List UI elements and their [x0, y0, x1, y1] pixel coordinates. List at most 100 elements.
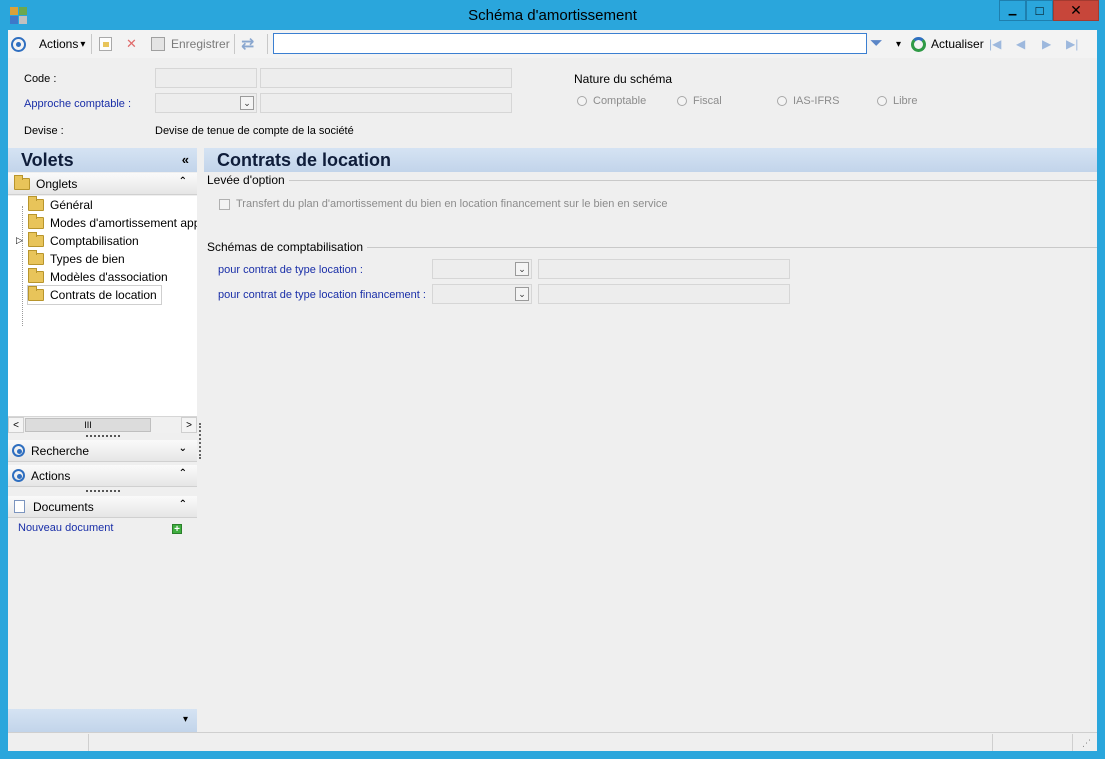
options-ring-icon — [11, 36, 26, 52]
document-icon — [14, 500, 25, 513]
actions-menu-label: Actions — [39, 37, 79, 51]
content-header: Contrats de location — [204, 148, 1097, 172]
tree-item-modeles-association[interactable]: Modèles d'association — [28, 268, 168, 286]
recherche-section-header[interactable]: Recherche ⌄ — [8, 440, 197, 462]
status-cell — [993, 734, 1073, 751]
devise-label: Devise : — [24, 125, 64, 137]
actions-menu-icon-button[interactable] — [11, 35, 26, 53]
approche-comptable-label[interactable]: Approche comptable : — [24, 98, 131, 110]
chevron-up-icon[interactable]: ⌃ — [179, 176, 187, 187]
resize-grip-icon[interactable]: ⋰ — [1082, 738, 1091, 749]
tree-item-comptabilisation[interactable]: Comptabilisation — [28, 232, 139, 250]
new-document-link[interactable]: Nouveau document — [18, 522, 113, 534]
actions-section-header[interactable]: Actions ⌃ — [8, 465, 197, 487]
last-record-icon[interactable]: ▶| — [1066, 37, 1078, 51]
expand-arrow-icon[interactable]: ▷ — [16, 235, 23, 246]
close-button[interactable]: ✕ — [1053, 0, 1099, 21]
scroll-left-icon[interactable]: < — [8, 417, 24, 433]
levee-option-group-title: Levée d'option — [207, 173, 289, 187]
location-financement-label[interactable]: pour contrat de type location financemen… — [218, 289, 426, 301]
folder-icon — [28, 214, 44, 229]
open-folder-icon — [28, 286, 44, 301]
approche-comptable-description-field[interactable] — [260, 93, 512, 113]
scroll-right-icon[interactable]: > — [181, 417, 197, 433]
tree-item-modes-amortissement[interactable]: Modes d'amortissement app — [28, 214, 197, 232]
chevron-down-icon[interactable]: ⌄ — [240, 96, 254, 110]
chevron-up-icon[interactable]: ⌃ — [179, 499, 187, 510]
tree-item-general[interactable]: Général — [28, 196, 93, 214]
location-label[interactable]: pour contrat de type location : — [218, 264, 363, 276]
tree-item-types-de-bien[interactable]: Types de bien — [28, 250, 125, 268]
previous-record-icon[interactable]: ◀ — [1016, 37, 1025, 51]
tree-horizontal-scrollbar[interactable]: < III > — [8, 416, 197, 433]
location-financement-combo[interactable]: ⌄ — [432, 284, 532, 304]
refresh-icon — [911, 36, 926, 52]
save-label: Enregistrer — [171, 37, 230, 51]
new-record-button[interactable] — [99, 35, 112, 53]
folder-icon — [28, 232, 44, 247]
tree-connector — [22, 206, 23, 326]
save-button[interactable]: Enregistrer — [151, 35, 230, 53]
collapse-panel-icon[interactable]: « — [182, 152, 189, 167]
onglets-section-header[interactable]: Onglets ⌃ — [8, 173, 197, 195]
nature-radio-libre[interactable]: Libre — [877, 95, 917, 107]
approche-comptable-combo[interactable]: ⌄ — [155, 93, 257, 113]
next-record-icon[interactable]: ▶ — [1042, 37, 1051, 51]
chevron-down-icon[interactable]: ▾ — [183, 714, 188, 725]
maximize-button[interactable]: □ — [1026, 0, 1053, 21]
tree-item-contrats-de-location[interactable]: Contrats de location — [27, 285, 162, 305]
folder-icon — [28, 196, 44, 211]
filter-dropdown-button[interactable]: ▾ — [896, 35, 901, 53]
transfert-plan-checkbox[interactable]: Transfert du plan d'amortissement du bie… — [219, 198, 668, 210]
scroll-thumb[interactable]: III — [25, 418, 151, 432]
schemas-group-title: Schémas de comptabilisation — [207, 240, 368, 254]
code-field[interactable] — [155, 68, 257, 88]
onglets-label: Onglets — [36, 176, 78, 191]
nature-radio-ias-ifrs[interactable]: IAS-IFRS — [777, 95, 839, 107]
toolbar: Actions ▾ ✕ Enregistrer ⇄ ⏷ ▾ Actualiser… — [8, 30, 1097, 58]
recherche-ring-icon — [12, 444, 25, 457]
first-record-icon[interactable]: |◀ — [989, 37, 1001, 51]
transfert-plan-label: Transfert du plan d'amortissement du bie… — [236, 198, 668, 210]
panel-splitter[interactable] — [199, 423, 201, 459]
code-description-field[interactable] — [260, 68, 512, 88]
location-financement-description-field[interactable] — [538, 284, 790, 304]
status-cell — [8, 734, 89, 751]
new-document-icon — [99, 37, 112, 51]
nature-schema-label: Nature du schéma — [574, 72, 673, 86]
actions-menu-button[interactable]: Actions ▾ — [39, 35, 85, 53]
actions-ring-icon — [12, 469, 25, 482]
filter-icon: ⏷ — [870, 35, 883, 52]
nature-radio-fiscal[interactable]: Fiscal — [677, 95, 722, 107]
nature-radio-comptable[interactable]: Comptable — [577, 95, 646, 107]
actions-section-label: Actions — [31, 468, 71, 483]
location-combo[interactable]: ⌄ — [432, 259, 532, 279]
refresh-button[interactable]: Actualiser — [911, 35, 984, 53]
chevron-up-icon[interactable]: ⌃ — [179, 468, 187, 479]
chevron-down-icon[interactable]: ⌄ — [179, 443, 187, 454]
search-input[interactable] — [273, 33, 867, 54]
add-icon[interactable]: + — [172, 524, 182, 535]
filter-button[interactable]: ⏷ — [870, 35, 883, 53]
sync-button[interactable]: ⇄ — [241, 35, 254, 53]
volets-title: Volets — [21, 150, 74, 170]
checkbox-box[interactable] — [219, 198, 230, 210]
page-title: Contrats de location — [217, 150, 392, 170]
toolbar-separator — [234, 34, 235, 54]
chevron-down-icon[interactable]: ⌄ — [515, 262, 529, 276]
dropdown-arrow-icon: ▾ — [80, 38, 86, 50]
folder-icon — [14, 174, 30, 190]
documents-section-header[interactable]: Documents ⌃ — [8, 496, 197, 518]
resize-grip[interactable] — [86, 435, 120, 438]
chevron-down-icon[interactable]: ⌄ — [515, 287, 529, 301]
delete-button[interactable]: ✕ — [126, 35, 137, 53]
location-description-field[interactable] — [538, 259, 790, 279]
recherche-label: Recherche — [31, 443, 90, 458]
minimize-button[interactable]: ▁ — [999, 0, 1026, 21]
title-bar[interactable]: Schéma d'amortissement ▁ □ ✕ — [0, 0, 1105, 30]
volets-header: Volets « — [8, 148, 197, 172]
resize-grip[interactable] — [86, 490, 120, 493]
client-area: Actions ▾ ✕ Enregistrer ⇄ ⏷ ▾ Actualiser… — [8, 30, 1097, 751]
panel-footer-bar[interactable]: ▾ — [8, 709, 197, 732]
status-cell — [89, 734, 993, 751]
